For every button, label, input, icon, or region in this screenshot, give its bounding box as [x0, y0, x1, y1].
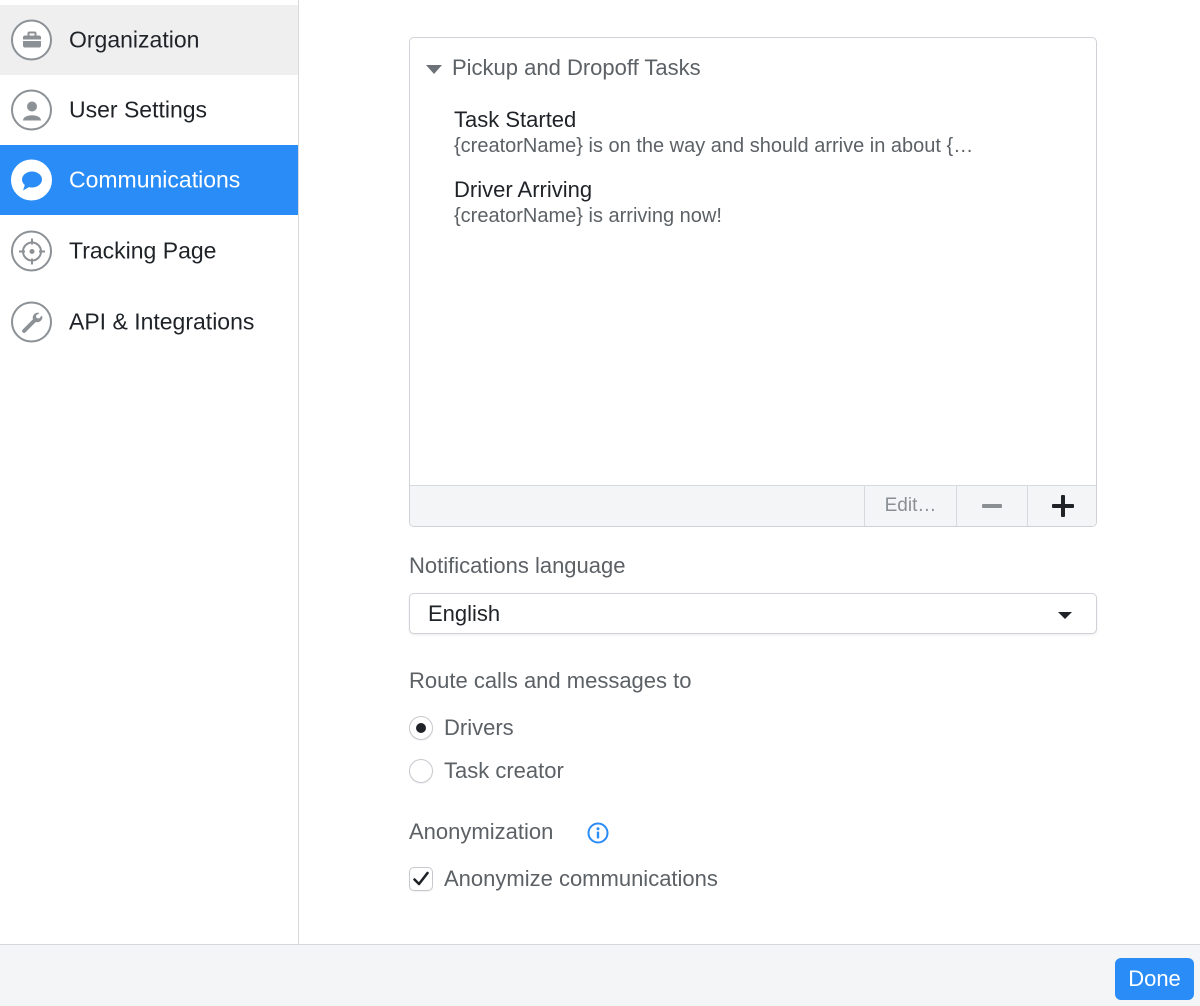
task-title: Driver Arriving [454, 177, 593, 202]
dialog-footer: Done [0, 944, 1200, 1006]
sidebar-item-communications[interactable]: Communications [0, 145, 298, 215]
anonymization-label: Anonymization [409, 819, 554, 844]
task-message: {creatorName} is on the way and should a… [454, 135, 974, 157]
list-item-driver-arriving[interactable]: Driver Arriving {creatorName} is arrivin… [454, 177, 1054, 229]
anonymize-checkbox-row[interactable]: Anonymize communications [409, 866, 718, 892]
task-group-header[interactable]: Pickup and Dropoff Tasks [426, 55, 701, 81]
radio-drivers[interactable]: Drivers [409, 715, 514, 741]
checkbox-label: Anonymize communications [444, 866, 718, 891]
task-title: Task Started [454, 107, 577, 132]
sidebar-item-tracking-page[interactable]: Tracking Page [0, 216, 298, 286]
language-select[interactable]: English [409, 593, 1097, 634]
done-button[interactable]: Done [1115, 958, 1194, 1000]
list-toolbar: Edit… [410, 485, 1096, 526]
task-message: {creatorName} is arriving now! [454, 205, 722, 227]
sidebar-item-label: Tracking Page [69, 237, 217, 264]
radio-button[interactable] [409, 716, 433, 740]
user-icon [11, 89, 52, 131]
sidebar-item-label: API & Integrations [69, 308, 255, 335]
add-button[interactable] [1027, 486, 1096, 526]
route-calls-label: Route calls and messages to [409, 668, 692, 693]
chat-bubble-icon [11, 159, 52, 201]
checkmark-icon [413, 871, 429, 886]
settings-sidebar: Organization User Settings Communication… [0, 0, 299, 944]
sidebar-item-api-integrations[interactable]: API & Integrations [0, 287, 298, 357]
edit-button[interactable]: Edit… [864, 486, 956, 526]
sidebar-item-user-settings[interactable]: User Settings [0, 75, 298, 145]
wrench-icon [11, 301, 52, 343]
plus-icon [1052, 495, 1074, 517]
minus-icon [982, 504, 1002, 508]
notifications-language-label: Notifications language [409, 553, 626, 578]
sidebar-item-label: Communications [69, 166, 241, 193]
remove-button[interactable] [956, 486, 1027, 526]
radio-label: Task creator [444, 758, 564, 783]
radio-task-creator[interactable]: Task creator [409, 758, 564, 784]
list-item-task-started[interactable]: Task Started {creatorName} is on the way… [454, 107, 1054, 159]
radio-label: Drivers [444, 715, 514, 740]
sidebar-item-label: Organization [69, 26, 200, 53]
sidebar-item-organization[interactable]: Organization [0, 5, 298, 75]
briefcase-icon [11, 19, 52, 61]
task-group-label: Pickup and Dropoff Tasks [452, 55, 701, 80]
disclosure-triangle-icon [426, 64, 442, 74]
language-select-value: English [428, 600, 501, 626]
chevron-down-icon [1058, 612, 1072, 619]
info-icon[interactable] [587, 822, 609, 844]
sidebar-item-label: User Settings [69, 96, 208, 123]
anonymize-checkbox[interactable] [409, 867, 433, 891]
radio-button[interactable] [409, 759, 433, 783]
radio-selected-dot [416, 723, 426, 733]
notification-templates-list: Pickup and Dropoff Tasks Task Started {c… [409, 37, 1097, 527]
crosshair-icon [11, 230, 52, 272]
